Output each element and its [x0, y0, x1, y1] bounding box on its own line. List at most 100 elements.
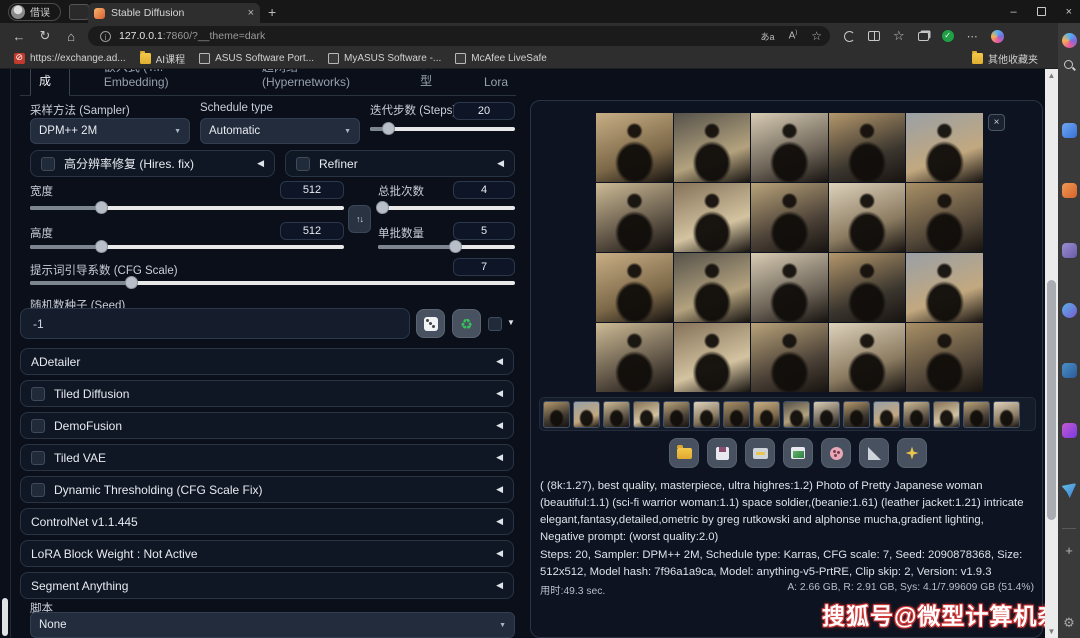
gallery-thumbnail[interactable] [873, 401, 900, 428]
tab-index-4[interactable]: Lora [476, 71, 516, 95]
extension-accordion[interactable]: ControlNet v1.1.445◀ [20, 508, 514, 535]
generated-image[interactable] [906, 323, 983, 392]
generated-image[interactable] [829, 253, 906, 322]
sampler-dropdown[interactable]: DPM++ 2M▼ [30, 118, 190, 144]
width-slider[interactable] [30, 206, 344, 210]
tab-index-3[interactable]: 模型 [412, 69, 450, 95]
translate-icon[interactable]: あa [761, 30, 775, 43]
slider-knob[interactable] [382, 122, 395, 135]
generated-image[interactable] [596, 183, 673, 252]
games-icon[interactable] [1062, 243, 1077, 258]
generated-image[interactable] [751, 113, 828, 182]
page-scrollbar[interactable]: ▲ ▼ [1045, 69, 1058, 638]
extension-checkbox[interactable] [31, 451, 45, 465]
scroll-down-icon[interactable]: ▼ [1045, 627, 1058, 636]
browser-essentials-icon[interactable] [844, 31, 855, 42]
extension-checkbox[interactable] [31, 483, 45, 497]
extension-accordion[interactable]: Tiled Diffusion◀ [20, 380, 514, 407]
seed-extra-arrow-icon[interactable]: ▼ [507, 318, 515, 327]
generated-image[interactable] [674, 323, 751, 392]
bookmark-item[interactable]: McAfee LiveSafe [455, 53, 547, 64]
tab-generate[interactable]: 生成 [30, 69, 70, 96]
bookmark-item[interactable]: AI课程 [140, 51, 185, 66]
gallery-thumbnail[interactable] [753, 401, 780, 428]
home-icon[interactable]: ⌂ [58, 29, 84, 44]
tab-search-button[interactable] [69, 4, 89, 20]
gallery-thumbnail[interactable] [843, 401, 870, 428]
tab-close-icon[interactable]: × [248, 7, 254, 19]
generated-image[interactable] [596, 253, 673, 322]
read-aloud-icon[interactable]: A) [789, 30, 798, 41]
split-screen-icon[interactable] [868, 31, 880, 41]
batch-size-input[interactable]: 5 [453, 222, 515, 240]
close-button[interactable]: × [1066, 6, 1072, 18]
browser-profile-button[interactable]: 借误 [8, 3, 61, 21]
save-button[interactable] [707, 438, 737, 468]
refiner-checkbox[interactable] [296, 157, 310, 171]
favorites-bar-icon[interactable]: ☆ [893, 28, 905, 44]
generated-image[interactable] [751, 253, 828, 322]
extension-accordion[interactable]: Dynamic Thresholding (CFG Scale Fix)◀ [20, 476, 514, 503]
generated-image[interactable] [906, 253, 983, 322]
schedule-dropdown[interactable]: Automatic▼ [200, 118, 360, 144]
send-to-inpaint-button[interactable] [821, 438, 851, 468]
gallery-thumbnail[interactable] [693, 401, 720, 428]
gallery-thumbnail[interactable] [543, 401, 570, 428]
search-icon[interactable] [1063, 59, 1076, 72]
site-info-icon[interactable]: i [100, 31, 111, 42]
extra-seed-checkbox[interactable] [488, 317, 502, 331]
gallery-thumbnail[interactable] [663, 401, 690, 428]
hires-fix-accordion[interactable]: 高分辨率修复 (Hires. fix) ◀ [30, 150, 275, 177]
steps-slider[interactable] [370, 127, 515, 131]
slider-knob[interactable] [95, 240, 108, 253]
more-icon[interactable]: ⋯ [967, 30, 978, 43]
extension-checkbox[interactable] [31, 419, 45, 433]
browser-tab[interactable]: Stable Diffusion × [88, 3, 260, 23]
generated-image[interactable] [829, 323, 906, 392]
gallery-thumbnail[interactable] [723, 401, 750, 428]
slider-knob[interactable] [376, 201, 389, 214]
batch-count-input[interactable]: 4 [453, 181, 515, 199]
swap-dimensions-button[interactable]: ↑↓ [348, 205, 371, 233]
mcafee-icon[interactable]: ✓ [942, 30, 954, 42]
gallery-thumbnail[interactable] [993, 401, 1020, 428]
extension-checkbox[interactable] [31, 387, 45, 401]
extension-accordion[interactable]: LoRA Block Weight : Not Active◀ [20, 540, 514, 567]
tab-index-1[interactable]: 嵌入式 (T.I. Embedding) [96, 69, 228, 95]
generated-image[interactable] [829, 183, 906, 252]
other-favorites-button[interactable]: 其他收藏夹 [972, 51, 1038, 66]
collections-icon[interactable] [918, 32, 929, 41]
steps-input[interactable]: 20 [453, 102, 515, 120]
refiner-accordion[interactable]: Refiner ◀ [285, 150, 515, 177]
slider-knob[interactable] [449, 240, 462, 253]
height-slider[interactable] [30, 245, 344, 249]
bookmark-item[interactable]: https://exchange.ad... [14, 53, 126, 64]
gallery-thumbnail[interactable] [633, 401, 660, 428]
gallery-thumbnail[interactable] [933, 401, 960, 428]
generated-image[interactable] [751, 183, 828, 252]
gallery-thumbnail[interactable] [903, 401, 930, 428]
favorite-star-icon[interactable]: ☆ [811, 29, 822, 43]
designer-icon[interactable] [1062, 423, 1077, 438]
open-folder-button[interactable] [669, 438, 699, 468]
extension-accordion[interactable]: DemoFusion◀ [20, 412, 514, 439]
generated-image[interactable] [596, 113, 673, 182]
reuse-seed-button[interactable]: ♻ [452, 309, 481, 338]
tab-index-2[interactable]: 超网络 (Hypernetworks) [254, 69, 386, 95]
cfg-input[interactable]: 7 [453, 258, 515, 276]
bookmark-item[interactable]: ASUS Software Port... [199, 53, 314, 64]
zip-archive-button[interactable] [745, 438, 775, 468]
toolbox-icon[interactable] [1062, 183, 1077, 198]
gallery-thumbnail[interactable] [813, 401, 840, 428]
minimize-button[interactable]: – [1010, 6, 1016, 18]
slider-knob[interactable] [95, 201, 108, 214]
cfg-slider[interactable] [30, 281, 515, 285]
upscale-button[interactable] [897, 438, 927, 468]
send-to-img2img-button[interactable] [783, 438, 813, 468]
copilot-icon[interactable] [991, 30, 1004, 43]
restore-button[interactable] [1037, 7, 1046, 16]
screenshot-icon[interactable] [1062, 363, 1077, 378]
generated-image[interactable] [596, 323, 673, 392]
batch-size-slider[interactable] [378, 245, 515, 249]
media-icon[interactable] [1062, 303, 1077, 318]
